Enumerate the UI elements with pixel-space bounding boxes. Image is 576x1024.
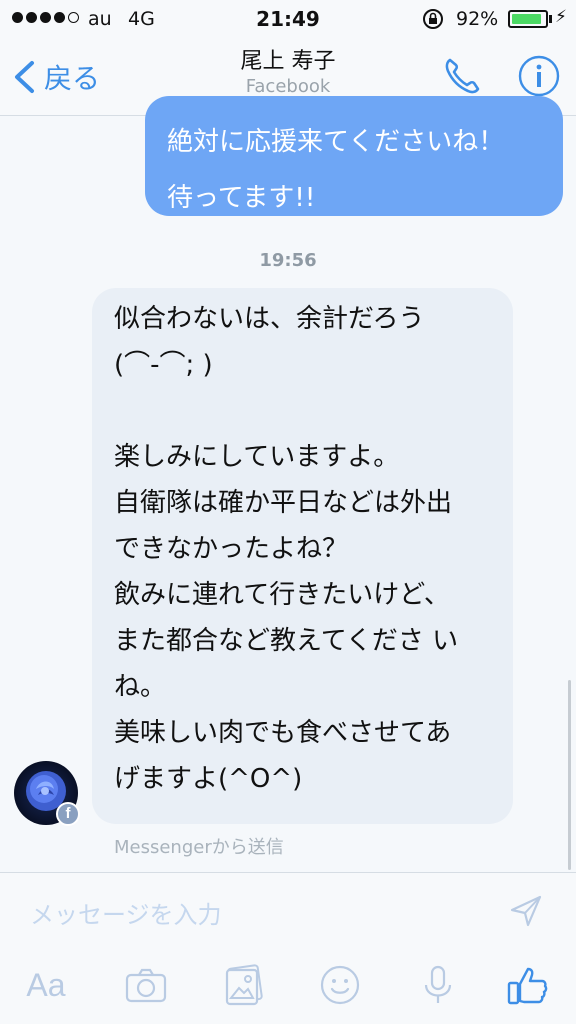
message-line: (⌒-⌒; ) bbox=[114, 350, 213, 380]
contact-name: 尾上 寿子 bbox=[240, 49, 336, 74]
phone-icon[interactable] bbox=[440, 54, 484, 98]
outgoing-message-bubble[interactable]: 絶対に応援来てくださいね！ 待ってます!! bbox=[145, 96, 563, 216]
camera-icon[interactable] bbox=[124, 963, 168, 1007]
message-line: 飲みに連れて行きたいけど、 bbox=[114, 580, 450, 610]
photo-icon[interactable] bbox=[222, 963, 266, 1007]
message-line: ね。 bbox=[114, 672, 167, 702]
message-line: できなかったよね？ bbox=[114, 534, 349, 564]
message-line bbox=[114, 388, 503, 434]
text-format-button[interactable]: Aa bbox=[24, 963, 68, 1007]
battery-tip bbox=[549, 15, 552, 23]
battery-icon bbox=[508, 10, 548, 28]
thumbs-up-icon[interactable] bbox=[506, 963, 550, 1007]
message-line: 絶対に応援来てくださいね！ bbox=[167, 127, 505, 157]
info-icon[interactable] bbox=[517, 54, 561, 98]
microphone-icon[interactable] bbox=[416, 963, 460, 1007]
send-icon[interactable] bbox=[508, 893, 544, 929]
scrollbar[interactable] bbox=[568, 680, 571, 870]
status-bar: au 4G 21:49 92% ⚡ bbox=[0, 0, 576, 38]
message-line: また都合など教えてくださ い bbox=[114, 626, 459, 656]
charging-icon: ⚡ bbox=[555, 7, 567, 27]
emoji-icon[interactable] bbox=[318, 963, 362, 1007]
message-input[interactable]: メッセージを入力 bbox=[30, 895, 222, 930]
lock-rotation-icon bbox=[423, 9, 443, 29]
message-line: 待ってます!! bbox=[167, 183, 316, 213]
message-line: 似合わないは、余計だろう bbox=[114, 304, 425, 334]
message-line: 自衛隊は確か平日などは外出 bbox=[114, 488, 453, 518]
contact-source: Facebook bbox=[245, 76, 331, 97]
message-timestamp: 19:56 bbox=[259, 250, 317, 271]
message-line: 美味しい肉でも食べさせてあ bbox=[114, 718, 452, 748]
message-line: げますよ(^O^) bbox=[114, 764, 303, 794]
message-line: 楽しみにしていますよ。 bbox=[114, 442, 400, 472]
sent-via-label: Messengerから送信 bbox=[114, 837, 284, 858]
facebook-badge-icon: f bbox=[56, 802, 80, 826]
incoming-message-bubble[interactable]: 似合わないは、余計だろう (⌒-⌒; ) 楽しみにしていますよ。 自衛隊は確か平… bbox=[92, 288, 513, 824]
composer: メッセージを入力 Aa bbox=[0, 872, 576, 1024]
battery-percent: 92% bbox=[456, 8, 499, 30]
